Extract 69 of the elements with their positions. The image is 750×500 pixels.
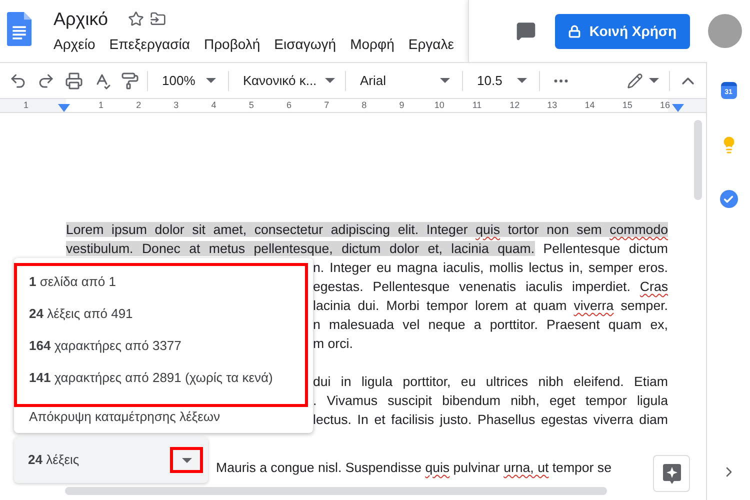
document-logo-icon[interactable]: [7, 11, 32, 47]
menu-item[interactable]: Προβολή: [204, 34, 260, 54]
ruler-number: 3: [174, 99, 179, 112]
share-button[interactable]: Κοινή Χρήση: [555, 14, 690, 48]
text-line: n malesuada vel neque a porttitor. Praesent quam ex,: [313, 316, 668, 334]
text-line: n. Integer eu magna iaculis, mollis lectus in, semper eros.: [313, 259, 668, 277]
menu-item[interactable]: Επεξεργασία: [109, 34, 190, 54]
menu-item[interactable]: Εργαλε: [408, 34, 454, 54]
ruler-number: 11: [472, 99, 482, 112]
lock-icon: [568, 24, 582, 38]
menu-item[interactable]: Μορφή: [350, 34, 394, 54]
floating-action-button[interactable]: [653, 455, 690, 492]
document-title[interactable]: Αρχικό: [54, 6, 108, 32]
text-line: egestas. Pellentesque venenatis iaculis imperdiet. Cras: [313, 278, 668, 296]
text-line: vestibulum. Donec at metus pellentesque, dictum dolor et, lacinia quam. Pellentesque dictum: [66, 240, 668, 258]
word-count-stat: 1 σελίδα από 1: [29, 273, 117, 291]
caret-icon: [649, 78, 659, 83]
horizontal-scrollbar-thumb[interactable]: [65, 487, 607, 495]
ruler-number: 15: [622, 99, 632, 112]
text-line: lectus. In et facilisis justo. Phasellus egestas viverra diam: [313, 411, 668, 429]
text-line: dui in ligula porttitor, eu ultrices nibh eleifend. Etiam: [313, 373, 668, 391]
text-line: m orci.: [313, 335, 354, 353]
text-line: lacinia dui. Morbi tempor lorem at quam viverra semper.: [313, 297, 668, 315]
word-count-summary[interactable]: 24 λέξεις: [28, 450, 80, 470]
ruler-number: 16: [660, 99, 670, 112]
ruler-number: 4: [211, 99, 216, 112]
ruler-number: 14: [584, 99, 595, 112]
caret-icon: [517, 78, 527, 83]
caret-icon: [206, 78, 216, 83]
ruler-number: 10: [434, 99, 444, 112]
ruler-number: 12: [510, 99, 520, 112]
text-line: . Vivamus suscipit bibendum nibh, eget tempor ligula: [313, 392, 668, 410]
ruler-number: 1: [24, 99, 28, 112]
text-line: Lorem ipsum dolor sit amet, consectetur adipiscing elit. Integer quis tortor non sem commodo: [66, 221, 668, 239]
hide-word-count-option[interactable]: Απόκρυψη καταμέτρησης λέξεων: [29, 408, 313, 426]
dropdown-caret-icon: [182, 458, 192, 462]
redo-icon[interactable]: [37, 72, 55, 90]
vertical-scrollbar-thumb[interactable]: [694, 120, 702, 200]
star-icon[interactable]: [128, 11, 144, 27]
word-count-stat: 164 χαρακτήρες από 3377: [29, 337, 182, 355]
comment-icon[interactable]: [516, 21, 536, 41]
undo-icon[interactable]: [9, 72, 27, 90]
text-line: Mauris a congue nisl. Suspendisse quis pulvinar urna, ut tempor se: [216, 459, 612, 477]
style-dropdown[interactable]: Κανονικό κ...: [237, 70, 337, 90]
ruler-number: 13: [547, 99, 558, 112]
zoom-dropdown[interactable]: 100%: [156, 70, 220, 90]
caret-icon: [440, 78, 450, 83]
ruler-number: 8: [362, 99, 367, 112]
ruler-number: 7: [324, 99, 330, 112]
font-size-dropdown[interactable]: 10.5: [471, 70, 531, 90]
avatar[interactable]: [708, 14, 742, 48]
word-count-stat: 24 λέξεις από 491: [29, 305, 134, 323]
sparkle-bubble-icon: [662, 464, 680, 484]
menu-item[interactable]: Εισαγωγή: [274, 34, 336, 54]
ruler-number: 1: [98, 99, 104, 112]
word-count-dropdown-button[interactable]: [170, 447, 203, 473]
paint-roller-icon[interactable]: [121, 72, 139, 90]
menu-item[interactable]: Αρχείο: [54, 34, 96, 54]
ruler-number: 2: [136, 99, 142, 112]
ruler-number: 5: [248, 99, 254, 112]
folder-icon[interactable]: [150, 11, 166, 27]
print-icon[interactable]: [65, 72, 83, 90]
editing-mode-button[interactable]: [627, 72, 659, 88]
word-count-stat: 141 χαρακτήρες από 2891 (χωρίς τα κενά): [29, 369, 274, 387]
ruler-number: 9: [399, 99, 404, 112]
ruler-number: 6: [286, 99, 292, 112]
pencil-icon: [627, 72, 643, 88]
font-dropdown[interactable]: Arial: [354, 70, 454, 90]
caret-icon: [324, 78, 335, 83]
